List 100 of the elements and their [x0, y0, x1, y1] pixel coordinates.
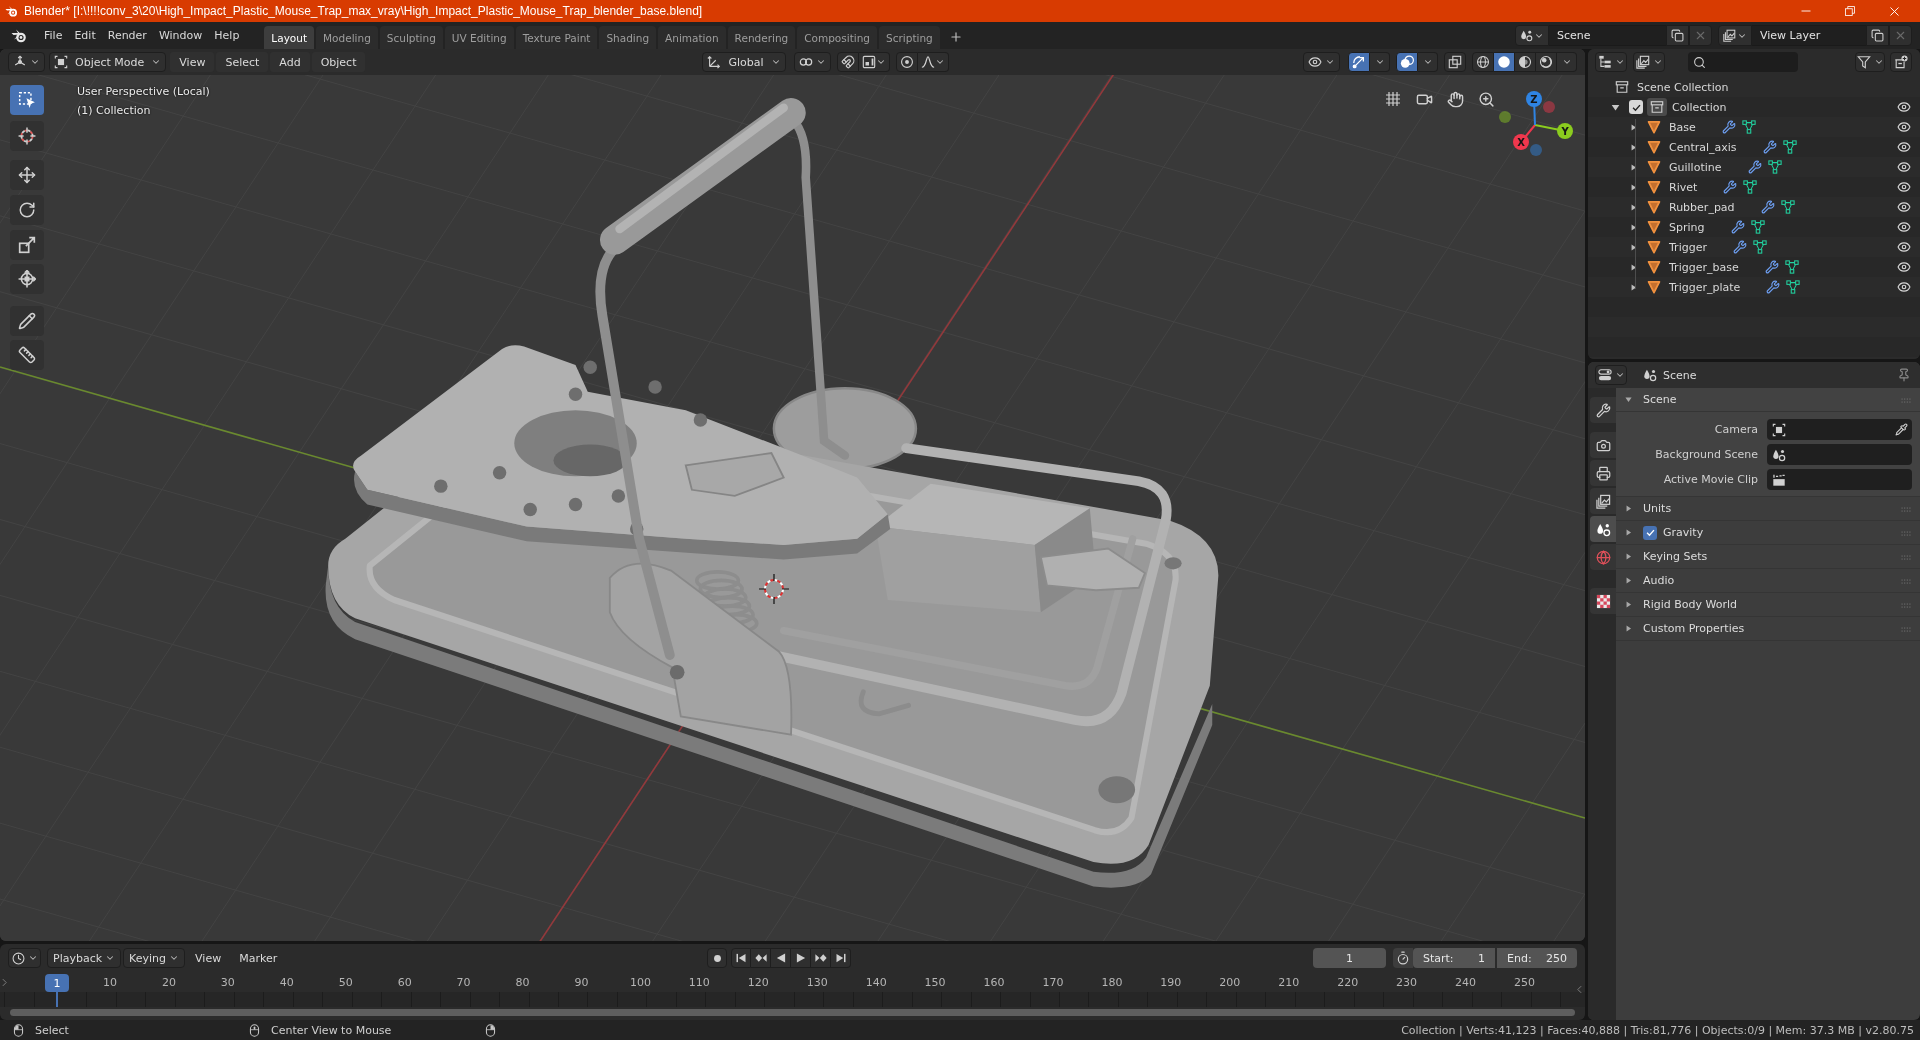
shading-mode-button[interactable]: [1536, 52, 1557, 72]
menu-item[interactable]: Window: [152, 25, 209, 46]
axis-handle[interactable]: Y: [1534, 123, 1573, 139]
visibility-dropdown[interactable]: [1303, 52, 1340, 72]
timeline-menu[interactable]: Keying: [123, 948, 186, 968]
tool-button[interactable]: [10, 340, 44, 370]
wrench-icon[interactable]: [1762, 140, 1777, 154]
visibility-toggle[interactable]: [1897, 200, 1911, 214]
timeline-menu[interactable]: Playback: [47, 948, 122, 968]
collection-checkbox[interactable]: [1629, 100, 1643, 114]
triangle-vertices-icon[interactable]: [1750, 220, 1765, 234]
jump-to-end-button[interactable]: [831, 948, 852, 968]
workspace-tab[interactable]: Shading: [599, 26, 657, 49]
chevron-left-icon[interactable]: [1575, 985, 1584, 994]
workspace-tab[interactable]: Sculpting: [379, 26, 443, 49]
panel-checkbox[interactable]: [1643, 525, 1657, 540]
tool-button[interactable]: [10, 230, 44, 260]
tool-button[interactable]: [10, 264, 44, 294]
falloff-dropdown[interactable]: [917, 52, 949, 72]
tool-button[interactable]: [10, 160, 44, 190]
properties-tab[interactable]: [1590, 397, 1616, 423]
timeline-menu[interactable]: Marker: [231, 948, 286, 968]
viewport-menu[interactable]: Select: [216, 52, 269, 72]
editor-type-button[interactable]: [8, 948, 41, 968]
play-reverse-button[interactable]: [771, 948, 792, 968]
editor-type-button[interactable]: [1595, 365, 1627, 385]
properties-tab[interactable]: [1590, 432, 1616, 458]
axis-handle[interactable]: X: [1513, 124, 1536, 150]
triangle-vertices-icon[interactable]: [1752, 240, 1767, 254]
wrench-icon[interactable]: [1732, 240, 1747, 254]
wrench-icon[interactable]: [1747, 160, 1762, 174]
view-layer-browse-button[interactable]: [1718, 25, 1752, 46]
triangle-vertices-icon[interactable]: [1767, 160, 1782, 174]
tree-item-label[interactable]: Central_axis: [1669, 140, 1737, 154]
visibility-toggle[interactable]: [1897, 180, 1911, 194]
shading-mode-button[interactable]: [1472, 52, 1494, 72]
tree-item-label[interactable]: Scene Collection: [1637, 80, 1729, 94]
scene-name-field[interactable]: Scene: [1549, 25, 1666, 46]
shading-mode-button[interactable]: [1494, 52, 1515, 72]
viewport-menu[interactable]: Add: [270, 52, 310, 72]
frame-range-toggle[interactable]: [1393, 948, 1413, 968]
tree-item-label[interactable]: Collection: [1672, 100, 1727, 114]
wrench-icon[interactable]: [1764, 260, 1779, 274]
play-button[interactable]: [791, 948, 812, 968]
wrench-icon[interactable]: [1730, 220, 1745, 234]
workspace-tab[interactable]: Layout: [264, 26, 315, 49]
gizmo-toggle[interactable]: [1348, 52, 1370, 72]
snap-toggle[interactable]: [836, 52, 859, 72]
mode-dropdown[interactable]: Object Mode: [49, 52, 167, 72]
workspace-tab[interactable]: Modeling: [316, 26, 378, 49]
tool-button[interactable]: [10, 121, 44, 151]
visibility-toggle[interactable]: [1897, 260, 1911, 274]
data-block-field[interactable]: [1767, 469, 1912, 490]
tree-item-label[interactable]: Trigger: [1669, 240, 1707, 254]
tool-button[interactable]: [10, 306, 44, 336]
tree-item-label[interactable]: Guillotine: [1669, 160, 1722, 174]
axis-dot-icon[interactable]: [1530, 144, 1542, 156]
scrollbar-thumb[interactable]: [10, 1009, 1575, 1016]
menu-item[interactable]: File: [38, 25, 69, 46]
axis-dot-icon[interactable]: [1543, 101, 1555, 113]
visibility-toggle[interactable]: [1897, 100, 1911, 114]
tree-item-label[interactable]: Trigger_base: [1669, 260, 1739, 274]
viewport-menu[interactable]: Object: [311, 52, 366, 72]
timeline-menu[interactable]: View: [187, 948, 230, 968]
workspace-tab[interactable]: Texture Paint: [515, 26, 598, 49]
wrench-icon[interactable]: [1760, 200, 1775, 214]
next-keyframe-button[interactable]: [811, 948, 832, 968]
start-frame-field[interactable]: Start: 1: [1413, 948, 1495, 968]
axis-dot-icon[interactable]: [1499, 111, 1511, 123]
eyedropper-icon[interactable]: [1895, 423, 1908, 436]
workspace-tab[interactable]: UV Editing: [444, 26, 514, 49]
properties-tab[interactable]: [1590, 588, 1616, 614]
menu-item[interactable]: Edit: [68, 25, 102, 46]
current-frame-field[interactable]: 1: [1313, 948, 1386, 968]
overlay-toggle[interactable]: [1396, 52, 1418, 72]
display-mode-dropdown[interactable]: [1633, 52, 1665, 72]
triangle-vertices-icon[interactable]: [1743, 180, 1758, 194]
editor-type-button[interactable]: [8, 52, 45, 72]
workspace-tab[interactable]: Rendering: [727, 26, 796, 49]
properties-tab[interactable]: [1590, 460, 1616, 486]
workspace-tab[interactable]: Compositing: [797, 26, 878, 49]
tool-button[interactable]: [10, 85, 44, 115]
menu-item[interactable]: Help: [208, 25, 246, 46]
properties-tab[interactable]: [1590, 488, 1616, 514]
workspace-tab[interactable]: Animation: [658, 26, 726, 49]
shading-mode-button[interactable]: [1515, 52, 1536, 72]
viewport-menu[interactable]: View: [170, 52, 215, 72]
tree-item-label[interactable]: Trigger_plate: [1669, 280, 1741, 294]
tree-item-label[interactable]: Spring: [1669, 220, 1705, 234]
visibility-toggle[interactable]: [1897, 220, 1911, 234]
triangle-vertices-icon[interactable]: [1741, 120, 1756, 134]
menu-item[interactable]: Render: [101, 25, 153, 46]
tree-item-label[interactable]: Base: [1669, 120, 1696, 134]
wrench-icon[interactable]: [1723, 180, 1738, 194]
new-view-layer-button[interactable]: [1866, 25, 1889, 46]
tree-item-label[interactable]: Rivet: [1669, 180, 1698, 194]
data-block-field[interactable]: [1767, 419, 1912, 440]
view-layer-field[interactable]: View Layer: [1752, 25, 1866, 46]
orientation-dropdown[interactable]: Global: [702, 52, 786, 72]
snap-target-dropdown[interactable]: [858, 52, 890, 72]
